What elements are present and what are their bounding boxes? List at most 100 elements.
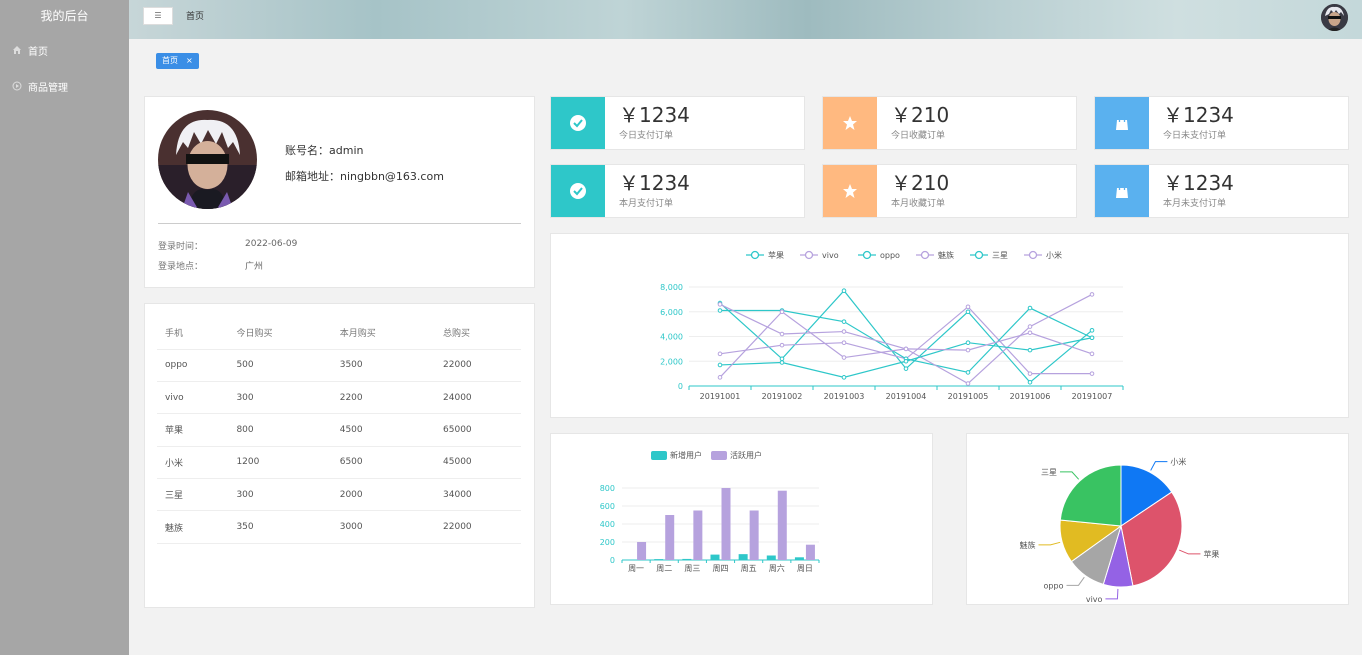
table-cell: vivo <box>157 381 229 415</box>
tag-bar: 首页 × <box>156 52 199 69</box>
data-point <box>779 356 785 362</box>
table-cell: 65000 <box>435 413 521 447</box>
column-header: 手机 <box>157 316 229 350</box>
pie-label: oppo <box>1044 581 1064 590</box>
data-point <box>1089 292 1095 297</box>
data-point <box>1027 347 1033 353</box>
legend-swatch <box>651 451 667 460</box>
x-tick-label: 20191004 <box>886 392 927 401</box>
y-tick-label: 600 <box>600 502 615 511</box>
stat-value: ￥1234 <box>1163 171 1234 195</box>
legend-label: vivo <box>822 251 839 260</box>
header-avatar[interactable] <box>1321 4 1348 31</box>
email-value: ningbbn@163.com <box>340 170 444 183</box>
data-point <box>717 351 723 357</box>
series-line <box>719 305 1092 375</box>
email-label: 邮箱地址： <box>285 170 340 183</box>
x-tick-label: 周三 <box>684 564 700 573</box>
pie-chart-card: 小米 苹果 vivo oppo 魅族 三星 <box>966 433 1349 605</box>
legend-item: 三星 <box>970 250 1008 260</box>
sidebar-item-goods[interactable]: 商品管理 <box>0 68 129 104</box>
data-point <box>1089 351 1095 357</box>
home-icon <box>12 45 22 55</box>
y-tick-label: 6,000 <box>660 308 683 317</box>
stat-label: 本月未支付订单 <box>1163 199 1227 209</box>
table-cell: 800 <box>228 413 332 447</box>
bar <box>665 515 675 560</box>
legend-item: oppo <box>858 250 900 260</box>
stat-card-today-unpaid: ￥1234 今日未支付订单 <box>1094 96 1349 150</box>
sidebar-item-label: 首页 <box>28 46 48 58</box>
table-cell: 魅族 <box>157 510 229 544</box>
table-cell: 1200 <box>228 446 332 480</box>
table-cell: 小米 <box>157 446 229 480</box>
close-icon[interactable]: × <box>186 56 193 65</box>
bar <box>794 557 804 560</box>
login-time-value: 2022-06-09 <box>245 239 298 249</box>
table-cell: 34000 <box>435 478 521 512</box>
legend-item: 魅族 <box>916 250 954 260</box>
bar-chart: 新增用户 活跃用户 0 200 400 600 800 周一 周二 周三 周四 周五 周六 周日 <box>600 450 820 573</box>
collapse-menu-button[interactable]: ☰ <box>143 7 173 25</box>
data-point <box>717 308 723 313</box>
line-chart-card: 苹果 vivo oppo 魅族 三星 小米 0 2,000 4,000 6,000 8,000 201… <box>550 233 1349 418</box>
y-tick-label: 2,000 <box>660 357 683 366</box>
top-header: ☰ 首页 <box>129 0 1362 39</box>
stat-label: 本月收藏订单 <box>891 199 946 209</box>
purchase-table-card: 手机 今日购买 本月购买 总购买 oppo 500 3500 22000 viv… <box>144 303 535 608</box>
breadcrumb[interactable]: 首页 <box>186 9 204 22</box>
table-cell: 3000 <box>331 510 436 544</box>
table-cell: 22000 <box>435 510 521 544</box>
bar <box>637 542 647 560</box>
pie-label: 小米 <box>1170 457 1186 467</box>
user-avatar <box>158 110 257 209</box>
bar <box>777 490 787 560</box>
bar <box>721 488 731 560</box>
pie-label-line <box>1059 471 1080 480</box>
data-point <box>841 288 847 294</box>
bar <box>626 559 636 561</box>
line-chart: 苹果 vivo oppo 魅族 三星 小米 0 2,000 4,000 6,000 8,000 201… <box>660 250 1124 401</box>
table-cell: 24000 <box>435 381 521 415</box>
stat-card-today-paid: ￥1234 今日支付订单 <box>550 96 805 150</box>
data-point <box>965 304 971 310</box>
pie-label: 三星 <box>1041 468 1057 477</box>
table-row: vivo 300 2200 24000 <box>157 381 521 415</box>
data-point <box>903 366 909 371</box>
legend-item: 小米 <box>1024 250 1062 260</box>
legend-label: oppo <box>880 251 900 260</box>
data-point <box>965 370 971 375</box>
table-cell: 苹果 <box>157 413 229 447</box>
stat-label: 本月支付订单 <box>619 199 674 209</box>
sidebar-item-home[interactable]: 首页 <box>0 32 129 68</box>
legend-label: 小米 <box>1046 250 1062 260</box>
pie-chart: 小米苹果 vivo oppo 魅族 三星 <box>1019 457 1219 604</box>
legend-marker <box>974 250 984 260</box>
stat-value: ￥210 <box>891 171 950 195</box>
bar <box>693 510 703 560</box>
login-meta: 登录时间： 2022-06-09 登录地点： 广州 <box>158 239 297 279</box>
login-place-value: 广州 <box>245 262 264 272</box>
login-time-label: 登录时间： <box>158 242 204 252</box>
data-point <box>965 381 971 386</box>
stat-label: 今日未支付订单 <box>1163 131 1227 141</box>
x-tick-label: 20191007 <box>1072 392 1113 401</box>
table-header-row: 手机 今日购买 本月购买 总购买 <box>157 316 521 350</box>
stat-card-month-unpaid: ￥1234 本月未支付订单 <box>1094 164 1349 218</box>
table-row: 三星 300 2000 34000 <box>157 478 521 512</box>
tab-home[interactable]: 首页 × <box>156 52 199 69</box>
table-cell: 22000 <box>435 349 521 382</box>
legend-label: 魅族 <box>938 250 954 260</box>
data-point <box>1027 305 1033 311</box>
data-point <box>903 346 909 352</box>
legend-item: 苹果 <box>746 250 784 260</box>
stat-card-today-favorite: ￥210 今日收藏订单 <box>822 96 1077 150</box>
data-point <box>1089 328 1095 333</box>
data-point <box>1027 371 1033 376</box>
bar <box>654 559 664 560</box>
x-tick-label: 周五 <box>741 564 757 573</box>
data-point <box>1027 379 1033 385</box>
y-tick-label: 200 <box>600 538 615 547</box>
table-cell: 三星 <box>157 478 229 512</box>
table-cell: 500 <box>228 349 332 382</box>
